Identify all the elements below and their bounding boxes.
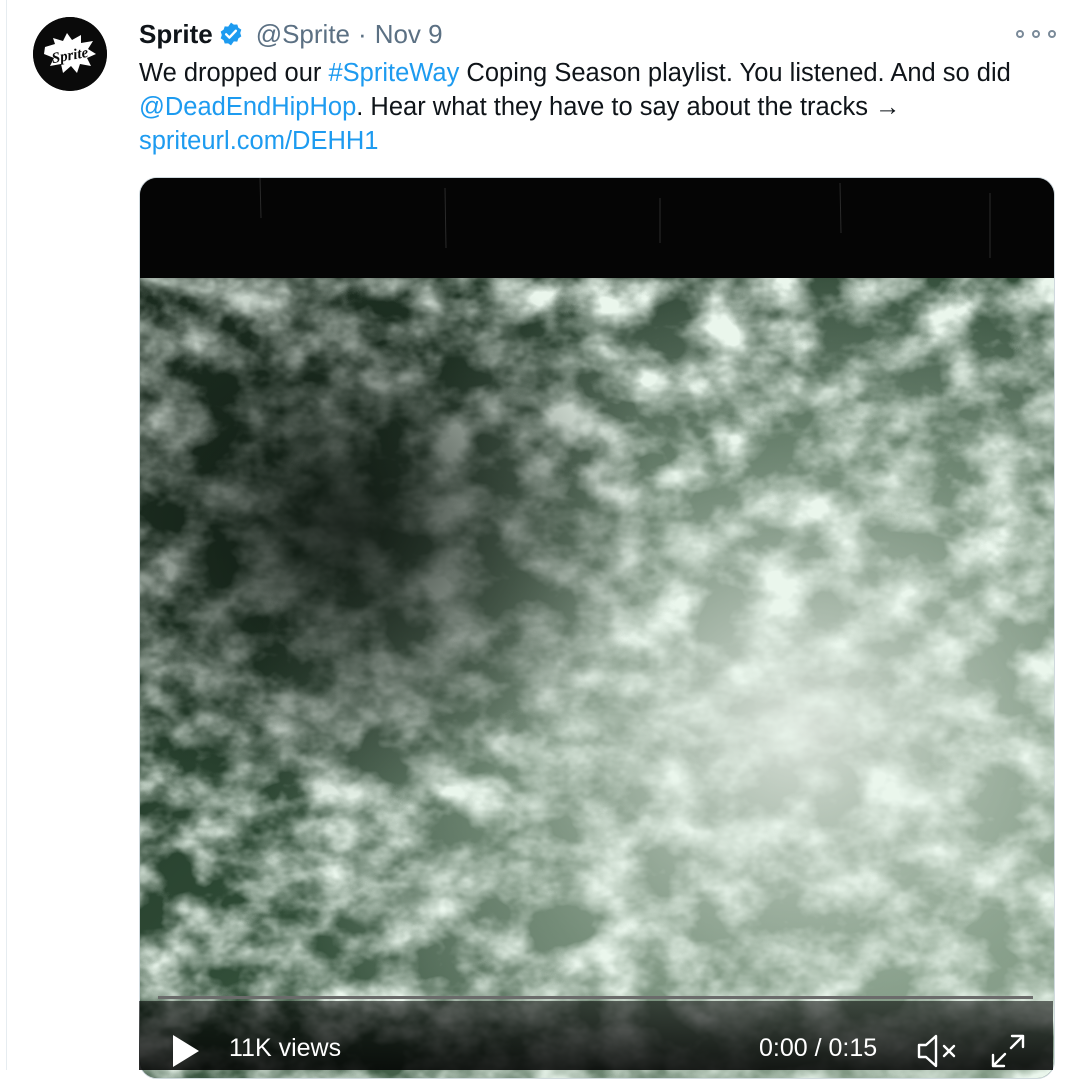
video-time: 0:00 / 0:15 (759, 1034, 878, 1062)
author-handle[interactable]: @Sprite (256, 19, 350, 50)
header-separator: · (358, 18, 367, 49)
tweet-header: Sprite @Sprite · Nov 9 (139, 16, 443, 52)
mention-link[interactable]: @DeadEndHipHop (139, 93, 356, 121)
hashtag-link[interactable]: #SpriteWay (328, 59, 459, 87)
tweet-text-part: We dropped our (139, 59, 329, 87)
video-letterbox (140, 178, 1054, 278)
volume-muted-icon[interactable] (916, 1033, 962, 1069)
verified-badge-icon (218, 21, 244, 47)
avatar[interactable]: Sprite (33, 17, 107, 91)
more-icon[interactable] (1016, 26, 1056, 42)
video-frame (140, 278, 1054, 1078)
sprite-logo: Sprite (33, 17, 107, 91)
play-icon[interactable] (171, 1033, 201, 1069)
video-progress-bar[interactable] (158, 996, 1033, 999)
url-link[interactable]: spriteurl.com/DEHH1 (139, 127, 378, 155)
tweet-date[interactable]: Nov 9 (375, 19, 443, 50)
author-name[interactable]: Sprite (139, 19, 213, 50)
tweet-text-part: . Hear what they have to say about the t… (356, 93, 901, 121)
video-player[interactable] (139, 177, 1055, 1079)
tweet-text-part: Coping Season playlist. You listened. An… (459, 59, 1011, 87)
fullscreen-icon[interactable] (990, 1033, 1026, 1069)
timeline-border (6, 0, 7, 1070)
tweet-text: We dropped our #SpriteWay Coping Season … (139, 56, 1064, 158)
view-count: 11K views (229, 1034, 342, 1062)
